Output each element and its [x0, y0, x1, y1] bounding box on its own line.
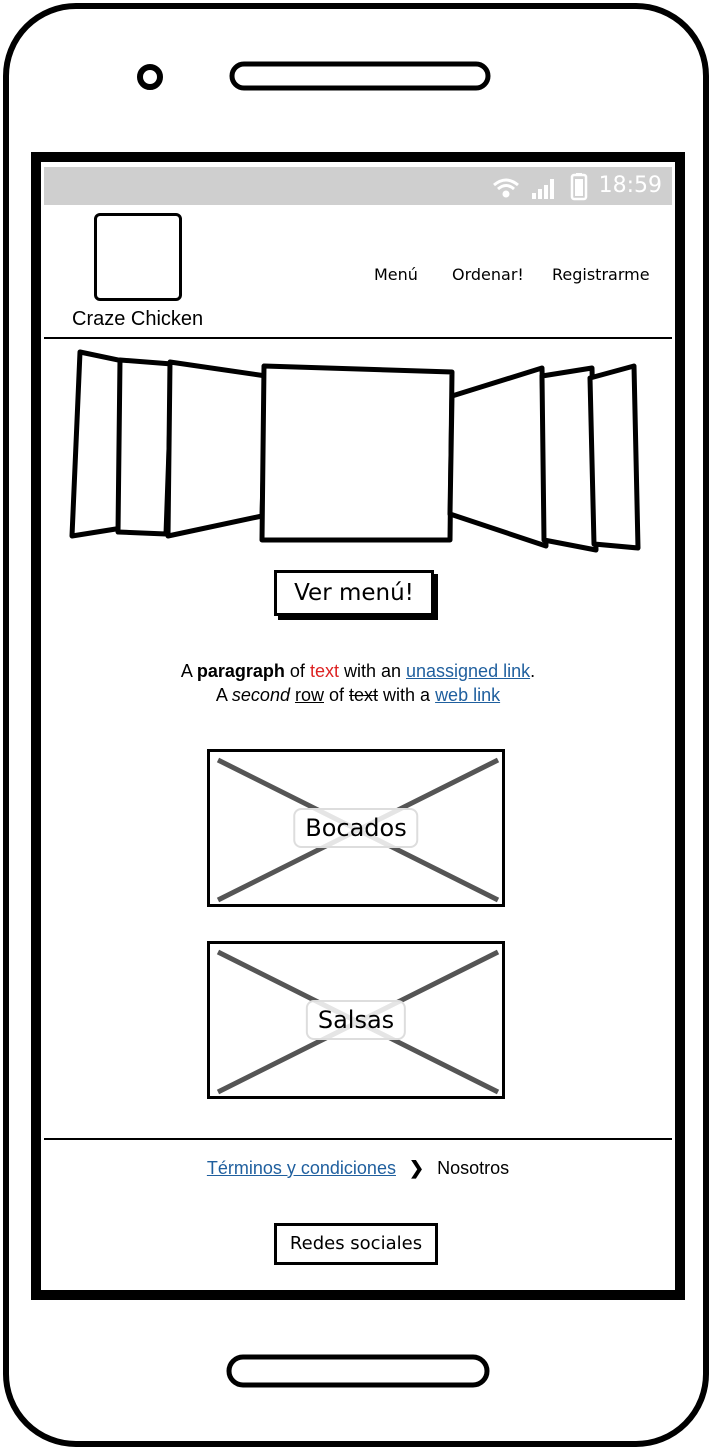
breadcrumb-current: Nosotros	[437, 1158, 510, 1178]
salsas-label[interactable]: Salsas	[305, 1000, 407, 1040]
nav-registrarme[interactable]: Registrarme	[552, 265, 650, 284]
carousel-card[interactable]	[587, 363, 641, 551]
carousel-card[interactable]	[447, 365, 549, 549]
image-carousel[interactable]	[69, 349, 641, 553]
redes-sociales-button[interactable]: Redes sociales	[274, 1223, 438, 1265]
home-button[interactable]	[226, 1354, 490, 1388]
carousel-card[interactable]	[115, 357, 175, 537]
brand-name: Craze Chicken	[72, 308, 204, 330]
status-icons	[493, 173, 588, 201]
header-divider	[44, 337, 672, 339]
speaker-grille	[229, 61, 491, 91]
web-link[interactable]: web link	[435, 685, 500, 705]
status-bar: 18:59	[44, 167, 672, 205]
nav-ordenar[interactable]: Ordenar!	[452, 265, 524, 284]
bocados-label[interactable]: Bocados	[293, 808, 419, 848]
status-time: 18:59	[598, 173, 662, 198]
paragraph-line-2: A second row of text with a web link	[215, 685, 501, 705]
nav-menu[interactable]: Menú	[374, 265, 418, 284]
carousel-card[interactable]	[165, 359, 269, 539]
unassigned-link[interactable]: unassigned link	[406, 661, 530, 681]
carousel-card-active[interactable]	[259, 363, 455, 543]
camera-icon	[137, 64, 163, 90]
ver-menu-button[interactable]: Ver menú!	[274, 570, 434, 616]
logo-placeholder[interactable]	[94, 213, 182, 301]
signal-icon	[532, 179, 554, 199]
wifi-icon	[493, 178, 519, 198]
paragraph-line-1: A paragraph of text with an unassigned l…	[180, 661, 536, 681]
bocados-image[interactable]: Bocados	[207, 749, 505, 907]
terminos-link[interactable]: Términos y condiciones	[207, 1158, 396, 1178]
salsas-image[interactable]: Salsas	[207, 941, 505, 1099]
footer-divider	[44, 1138, 672, 1140]
chevron-right-icon: ❯	[408, 1158, 425, 1178]
carousel-card[interactable]	[539, 365, 599, 553]
battery-icon	[570, 173, 588, 201]
breadcrumb: Términos y condiciones ❯ Nosotros	[44, 1158, 672, 1179]
